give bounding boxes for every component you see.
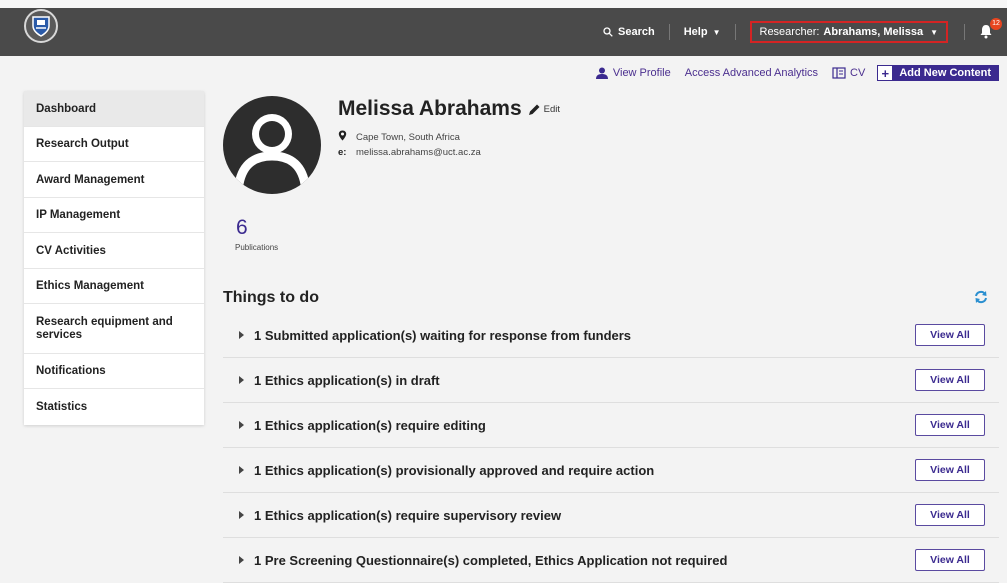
chevron-down-icon: ▼ [930,27,938,37]
view-profile-label: View Profile [612,67,671,79]
todo-item-toggle[interactable]: 1 Ethics application(s) in draft [239,373,440,388]
profile-name: Melissa Abrahams [338,97,522,120]
publication-label: Publications [235,243,279,252]
advanced-analytics-link[interactable]: Access Advanced Analytics [685,67,818,79]
search-link[interactable]: Search [589,26,669,38]
todo-item-ethics-draft: 1 Ethics application(s) in draft View Al… [223,358,999,403]
pencil-icon [528,104,540,115]
caret-right-icon [239,466,244,474]
caret-right-icon [239,331,244,339]
todo-item-toggle[interactable]: 1 Submitted application(s) waiting for r… [239,328,631,343]
sidebar-item-research-output[interactable]: Research Output [24,127,204,162]
view-all-button[interactable]: View All [915,549,985,571]
profile-location-row: Cape Town, South Africa [338,130,460,144]
avatar [223,96,321,194]
todo-item-toggle[interactable]: 1 Ethics application(s) require supervis… [239,508,561,523]
view-all-button[interactable]: View All [915,504,985,526]
add-new-content-button[interactable]: + Add New Content [877,65,999,81]
sidebar-item-research-equipment[interactable]: Research equipment and services [24,304,204,354]
todo-item-text: 1 Pre Screening Questionnaire(s) complet… [254,552,728,568]
notifications-bell[interactable]: 12 [979,18,1002,40]
edit-label: Edit [543,103,561,115]
todo-item-text: 1 Submitted application(s) waiting for r… [254,327,632,343]
top-right-controls: Search Help ▼ Researcher: Abrahams, Meli… [589,8,1007,56]
todo-item-text: 1 Ethics application(s) provisionally ap… [254,462,655,478]
analytics-label: Access Advanced Analytics [684,67,819,79]
sidebar-item-notifications[interactable]: Notifications [24,354,204,389]
view-all-button[interactable]: View All [915,459,985,481]
shield-icon [32,16,50,37]
todo-item-submitted-applications: 1 Submitted application(s) waiting for r… [223,313,999,358]
sidebar-item-cv-activities[interactable]: CV Activities [24,233,204,269]
notification-badge: 12 [990,18,1002,30]
caret-right-icon [239,421,244,429]
sidebar-item-ethics-management[interactable]: Ethics Management [24,269,204,304]
sidebar-item-statistics[interactable]: Statistics [24,389,204,425]
document-icon [832,67,846,79]
todo-item-toggle[interactable]: 1 Pre Screening Questionnaire(s) complet… [239,553,727,568]
help-menu[interactable]: Help ▼ [670,26,735,38]
publication-count[interactable]: 6 [236,216,248,240]
profile-email-row: e: melissa.abrahams@uct.ac.za [338,147,481,158]
profile-email: melissa.abrahams@uct.ac.za [356,147,481,158]
divider [734,24,736,40]
view-all-button[interactable]: View All [915,414,985,436]
todo-item-text: 1 Ethics application(s) require supervis… [254,507,562,523]
todo-item-toggle[interactable]: 1 Ethics application(s) provisionally ap… [239,463,654,478]
chevron-down-icon: ▼ [712,27,721,37]
location-pin-icon [338,130,356,144]
caret-right-icon [239,376,244,384]
researcher-name: Abrahams, Melissa [823,26,924,38]
todo-item-text: 1 Ethics application(s) require editing [254,417,486,433]
refresh-icon [975,290,987,304]
sidebar-item-ip-management[interactable]: IP Management [24,198,204,233]
search-label: Search [618,26,655,38]
caret-right-icon [239,556,244,564]
view-all-button[interactable]: View All [915,369,985,391]
todo-item-supervisory-review: 1 Ethics application(s) require supervis… [223,493,999,538]
caret-right-icon [239,511,244,519]
profile-header: Melissa Abrahams Edit [338,97,560,121]
edit-profile-button[interactable]: Edit [528,103,560,116]
sidebar: Dashboard Research Output Award Manageme… [24,91,204,425]
add-content-label: Add New Content [899,67,991,79]
todo-item-ethics-provisional: 1 Ethics application(s) provisionally ap… [223,448,999,493]
todo-item-toggle[interactable]: 1 Ethics application(s) require editing [239,418,486,433]
user-icon [595,67,608,79]
view-all-button[interactable]: View All [915,324,985,346]
help-label: Help [683,26,708,38]
user-avatar-icon [234,114,310,186]
profile-action-bar: View Profile Access Advanced Analytics C… [595,65,999,81]
view-profile-link[interactable]: View Profile [595,67,671,79]
todo-item-text: 1 Ethics application(s) in draft [254,372,440,388]
top-navigation-bar: Search Help ▼ Researcher: Abrahams, Meli… [0,8,1007,56]
university-logo[interactable] [24,9,58,43]
plus-icon: + [878,66,893,81]
things-to-do-title: Things to do [223,289,319,306]
sidebar-item-award-management[interactable]: Award Management [24,162,204,198]
email-prefix: e: [338,147,347,158]
todo-item-ethics-editing: 1 Ethics application(s) require editing … [223,403,999,448]
sidebar-item-dashboard[interactable]: Dashboard [24,91,204,127]
researcher-prefix: Researcher: [759,26,820,38]
top-strip [0,0,1007,8]
divider [964,24,965,40]
cv-label: CV [850,67,866,79]
todo-item-pre-screening: 1 Pre Screening Questionnaire(s) complet… [223,538,999,583]
cv-link[interactable]: CV [832,67,865,79]
search-icon [603,27,613,37]
researcher-selector[interactable]: Researcher: Abrahams, Melissa ▼ [749,21,948,43]
profile-location: Cape Town, South Africa [356,131,460,143]
refresh-button[interactable] [973,289,989,305]
